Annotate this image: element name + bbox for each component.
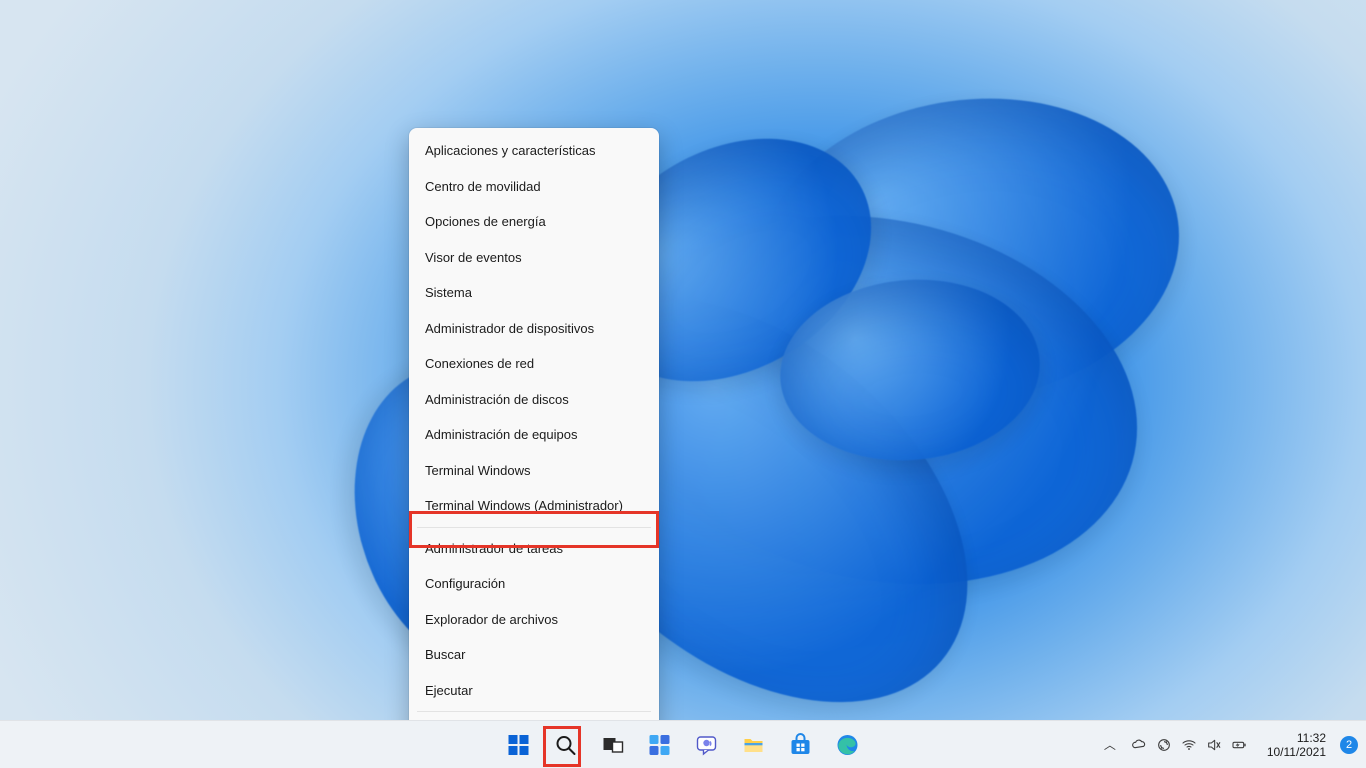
ctx-settings[interactable]: Configuración bbox=[409, 566, 659, 602]
ctx-computer-management[interactable]: Administración de equipos bbox=[409, 417, 659, 453]
clock-time: 11:32 bbox=[1267, 731, 1326, 745]
notification-count: 2 bbox=[1346, 739, 1352, 751]
file-explorer-icon bbox=[742, 733, 766, 757]
ctx-label: Sistema bbox=[425, 285, 472, 300]
tray-icons bbox=[1121, 737, 1257, 753]
ctx-task-manager[interactable]: Administrador de tareas bbox=[409, 531, 659, 567]
file-explorer-button[interactable] bbox=[734, 725, 774, 765]
store-icon bbox=[789, 733, 813, 757]
chat-icon bbox=[695, 733, 719, 757]
ctx-label: Conexiones de red bbox=[425, 356, 534, 371]
ctx-label: Administrador de dispositivos bbox=[425, 321, 594, 336]
ctx-label: Visor de eventos bbox=[425, 250, 522, 265]
battery-icon[interactable] bbox=[1231, 737, 1247, 753]
edge-button[interactable] bbox=[828, 725, 868, 765]
chat-button[interactable] bbox=[687, 725, 727, 765]
search-button[interactable] bbox=[546, 725, 586, 765]
ctx-label: Administrador de tareas bbox=[425, 541, 563, 556]
taskbar-clock[interactable]: 11:32 10/11/2021 bbox=[1259, 729, 1334, 761]
ctx-label: Aplicaciones y características bbox=[425, 143, 596, 158]
wallpaper-bloom bbox=[240, 40, 1160, 720]
ctx-label: Buscar bbox=[425, 647, 465, 662]
ctx-label: Configuración bbox=[425, 576, 505, 591]
ctx-search[interactable]: Buscar bbox=[409, 637, 659, 673]
wifi-icon[interactable] bbox=[1181, 737, 1197, 753]
ctx-label: Terminal Windows (Administrador) bbox=[425, 498, 623, 513]
ctx-windows-terminal-admin[interactable]: Terminal Windows (Administrador) bbox=[409, 488, 659, 524]
ctx-event-viewer[interactable]: Visor de eventos bbox=[409, 240, 659, 276]
volume-icon[interactable] bbox=[1206, 737, 1222, 753]
system-tray: ︿ 11:32 10/11/2021 2 bbox=[1101, 721, 1360, 768]
onedrive-icon[interactable] bbox=[1131, 737, 1147, 753]
search-icon bbox=[554, 733, 578, 757]
ctx-label: Ejecutar bbox=[425, 683, 473, 698]
windows-update-icon[interactable] bbox=[1156, 737, 1172, 753]
tray-overflow-button[interactable]: ︿ bbox=[1101, 736, 1119, 753]
ctx-network-connections[interactable]: Conexiones de red bbox=[409, 346, 659, 382]
ctx-label: Explorador de archivos bbox=[425, 612, 558, 627]
task-view-icon bbox=[601, 733, 625, 757]
ctx-file-explorer[interactable]: Explorador de archivos bbox=[409, 602, 659, 638]
desktop[interactable]: Aplicaciones y características Centro de… bbox=[0, 0, 1366, 768]
ctx-device-manager[interactable]: Administrador de dispositivos bbox=[409, 311, 659, 347]
ctx-separator bbox=[417, 711, 651, 712]
taskbar: ︿ 11:32 10/11/2021 2 bbox=[0, 720, 1366, 768]
ctx-windows-terminal[interactable]: Terminal Windows bbox=[409, 453, 659, 489]
ctx-system[interactable]: Sistema bbox=[409, 275, 659, 311]
notification-badge[interactable]: 2 bbox=[1340, 736, 1358, 754]
ctx-label: Centro de movilidad bbox=[425, 179, 541, 194]
ctx-label: Terminal Windows bbox=[425, 463, 530, 478]
start-context-menu: Aplicaciones y características Centro de… bbox=[409, 128, 659, 768]
ctx-mobility-center[interactable]: Centro de movilidad bbox=[409, 169, 659, 205]
edge-icon bbox=[836, 733, 860, 757]
task-view-button[interactable] bbox=[593, 725, 633, 765]
clock-date: 10/11/2021 bbox=[1267, 745, 1326, 759]
windows-logo-icon bbox=[507, 733, 531, 757]
widgets-button[interactable] bbox=[640, 725, 680, 765]
ctx-apps-features[interactable]: Aplicaciones y características bbox=[409, 133, 659, 169]
ctx-label: Administración de discos bbox=[425, 392, 569, 407]
ctx-disk-management[interactable]: Administración de discos bbox=[409, 382, 659, 418]
ctx-separator bbox=[417, 527, 651, 528]
start-button[interactable] bbox=[499, 725, 539, 765]
microsoft-store-button[interactable] bbox=[781, 725, 821, 765]
ctx-run[interactable]: Ejecutar bbox=[409, 673, 659, 709]
ctx-power-options[interactable]: Opciones de energía bbox=[409, 204, 659, 240]
taskbar-center bbox=[499, 721, 868, 768]
ctx-label: Opciones de energía bbox=[425, 214, 546, 229]
ctx-label: Administración de equipos bbox=[425, 427, 577, 442]
widgets-icon bbox=[648, 733, 672, 757]
